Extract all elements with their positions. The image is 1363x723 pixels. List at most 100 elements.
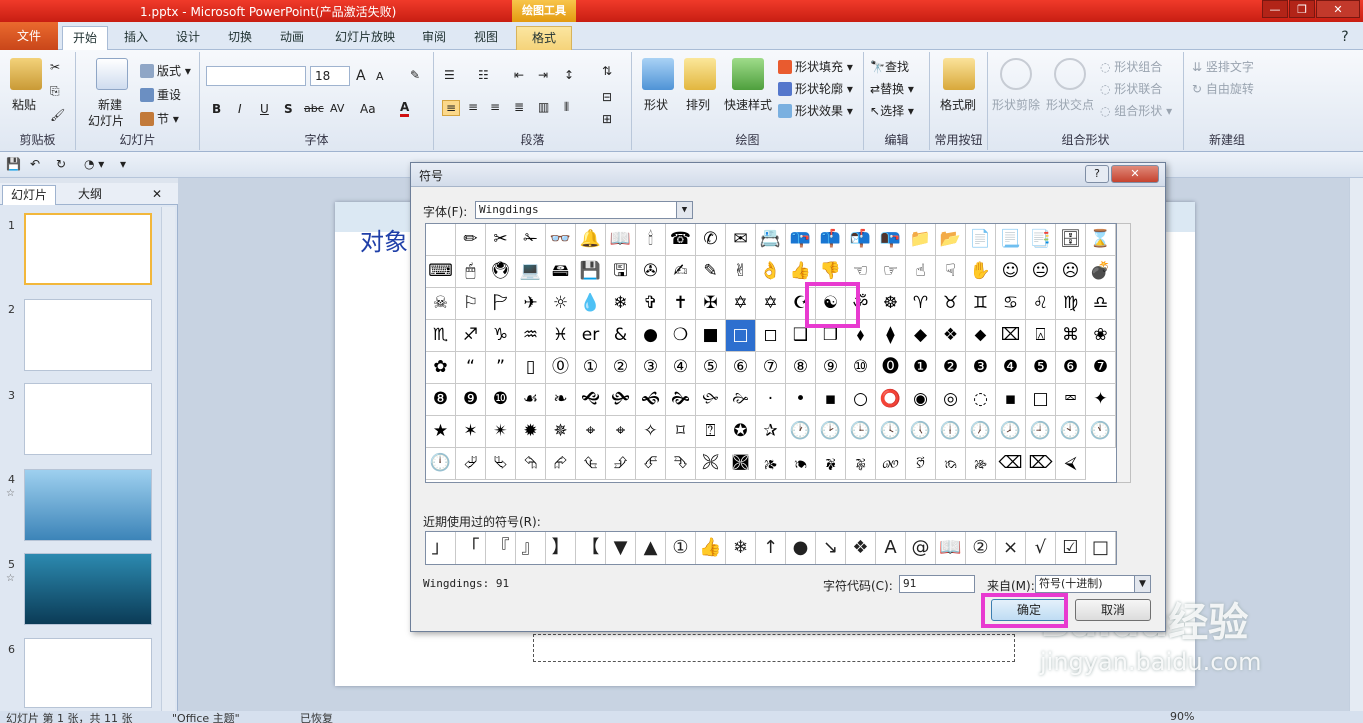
symbol-cell[interactable]: ♏ — [426, 320, 456, 352]
symbol-cell[interactable]: 👌 — [756, 256, 786, 288]
symbol-cell[interactable]: 🏱 — [486, 288, 516, 320]
symbol-cell[interactable]: 🙐 — [876, 448, 906, 480]
symbol-cell[interactable]: 📁 — [906, 224, 936, 256]
symbol-cell[interactable]: □ — [1026, 384, 1056, 416]
line-spacing-icon[interactable]: ↕ — [564, 68, 574, 82]
symbol-cell[interactable]: 🔔 — [576, 224, 606, 256]
symbol-cell[interactable]: ♉ — [936, 288, 966, 320]
symbol-cell[interactable]: 🕯 — [636, 224, 666, 256]
symbol-cell[interactable]: ◆ — [906, 320, 936, 352]
symbol-cell[interactable]: 🕚 — [1086, 416, 1116, 448]
vertical-text-button[interactable]: ⇊ 竖排文字 — [1192, 58, 1254, 75]
symbol-cell[interactable]: ⌑ — [666, 416, 696, 448]
symbol-cell[interactable]: 🙟 — [606, 384, 636, 416]
justify-icon[interactable]: ≣ — [514, 100, 524, 114]
symbol-cell[interactable]: ⌛ — [1086, 224, 1116, 256]
symbol-cell[interactable]: ♌ — [1026, 288, 1056, 320]
shapes-dropdown-icon[interactable]: ◔ ▾ — [84, 157, 104, 171]
shapes-button[interactable]: 形状 — [644, 96, 668, 113]
recent-symbol-cell[interactable]: 👍 — [696, 532, 726, 564]
symbol-cell[interactable]: ⮱ — [486, 448, 516, 480]
bullets-icon[interactable]: ☰ — [444, 68, 455, 82]
paste-icon[interactable] — [10, 58, 42, 90]
recent-symbol-cell[interactable]: × — [996, 532, 1026, 564]
symbol-cell[interactable]: ■ — [696, 320, 726, 352]
symbol-cell[interactable]: ✡ — [726, 288, 756, 320]
symbol-cell[interactable]: ✌ — [726, 256, 756, 288]
symbol-cell[interactable]: ⮴ — [576, 448, 606, 480]
symbol-cell[interactable]: ✪ — [726, 416, 756, 448]
symbol-cell[interactable]: ❺ — [1026, 352, 1056, 384]
symbol-cell[interactable]: 😐 — [1026, 256, 1056, 288]
symbol-cell[interactable]: 🖲 — [486, 256, 516, 288]
strike-button[interactable]: abc — [304, 102, 324, 115]
recent-symbol-cell[interactable]: 】 — [546, 532, 576, 564]
symbol-cell[interactable]: ⑨ — [816, 352, 846, 384]
symbol-cell[interactable]: er — [576, 320, 606, 352]
symbol-cell[interactable]: 🕐 — [786, 416, 816, 448]
paste-button[interactable]: 粘贴 — [12, 96, 36, 113]
symbol-cell[interactable]: ✵ — [546, 416, 576, 448]
shape-intersect-button[interactable]: 形状交点 — [1046, 96, 1094, 113]
symbol-cell[interactable]: 💾 — [576, 256, 606, 288]
symbol-cell[interactable]: 🙕 — [756, 448, 786, 480]
increase-indent-icon[interactable]: ⇥ — [538, 68, 548, 82]
symbol-cell[interactable]: ☞ — [876, 256, 906, 288]
symbol-cell[interactable]: ☸ — [876, 288, 906, 320]
symbol-cell[interactable]: ☼ — [546, 288, 576, 320]
symbol-cell-selected[interactable]: □ — [726, 320, 756, 352]
symbol-cell[interactable]: ♐ — [456, 320, 486, 352]
symbol-cell[interactable]: ☟ — [936, 256, 966, 288]
symbol-cell[interactable]: 🙪 — [696, 448, 726, 480]
text-placeholder[interactable] — [533, 634, 1015, 662]
recent-symbol-cell[interactable]: √ — [1026, 532, 1056, 564]
font-size-input[interactable]: 18 — [310, 66, 350, 86]
symbol-cell[interactable]: ” — [486, 352, 516, 384]
tab-insert[interactable]: 插入 — [114, 26, 158, 50]
symbol-cell[interactable]: “ — [456, 352, 486, 384]
shape-fill-button[interactable]: 形状填充 ▾ — [778, 58, 853, 75]
symbol-cell[interactable]: ❷ — [936, 352, 966, 384]
symbol-cell[interactable]: 🕔 — [906, 416, 936, 448]
shapes-icon[interactable] — [642, 58, 674, 90]
symbol-cell[interactable]: 🕗 — [996, 416, 1026, 448]
symbol-cell[interactable]: ○ — [846, 384, 876, 416]
tab-transitions[interactable]: 切换 — [218, 26, 262, 50]
recent-symbol-cell[interactable]: 『 — [486, 532, 516, 564]
symbol-cell[interactable]: ❼ — [1086, 352, 1116, 384]
symbol-grid-scrollbar[interactable] — [1117, 223, 1131, 483]
symbol-cell[interactable]: 📪 — [786, 224, 816, 256]
symbol-cell[interactable]: ✠ — [696, 288, 726, 320]
symbol-cell[interactable]: ✇ — [636, 256, 666, 288]
group-shapes-button[interactable]: ◌ 组合形状 ▾ — [1100, 102, 1172, 119]
tab-animations[interactable]: 动画 — [270, 26, 314, 50]
align-center-icon[interactable]: ≡ — [468, 100, 478, 114]
symbol-cell[interactable]: ⑧ — [786, 352, 816, 384]
minimize-button[interactable]: — — [1262, 0, 1288, 18]
symbol-cell[interactable]: 🙒 — [936, 448, 966, 480]
symbol-cell[interactable]: 🙜 — [636, 384, 666, 416]
symbol-cell[interactable]: ⑥ — [726, 352, 756, 384]
symbol-cell[interactable]: · — [756, 384, 786, 416]
symbol-cell[interactable]: ③ — [636, 352, 666, 384]
text-direction-icon[interactable]: ⇅ — [602, 64, 612, 78]
grow-font-button[interactable]: A — [356, 68, 366, 84]
tab-home[interactable]: 开始 — [62, 26, 108, 50]
symbol-cell[interactable]: ♍ — [1056, 288, 1086, 320]
tab-slideshow[interactable]: 幻灯片放映 — [325, 26, 405, 50]
symbol-cell[interactable]: 🕓 — [876, 416, 906, 448]
symbol-cell[interactable]: 🖴 — [546, 256, 576, 288]
symbol-cell[interactable]: 📑 — [1026, 224, 1056, 256]
symbol-cell[interactable]: ✴ — [486, 416, 516, 448]
save-icon[interactable]: 💾 — [6, 157, 21, 171]
symbol-cell[interactable]: ◻ — [756, 320, 786, 352]
slide-thumbnail[interactable] — [24, 638, 152, 708]
symbol-cell[interactable]: ❶ — [906, 352, 936, 384]
symbol-cell[interactable]: 🕖 — [966, 416, 996, 448]
symbol-cell[interactable]: ✿ — [426, 352, 456, 384]
align-right-icon[interactable]: ≡ — [490, 100, 500, 114]
symbol-cell[interactable]: ✰ — [756, 416, 786, 448]
symbol-cell[interactable]: ✋ — [966, 256, 996, 288]
recent-symbol-cell[interactable]: @ — [906, 532, 936, 564]
symbol-cell[interactable]: ☎ — [666, 224, 696, 256]
